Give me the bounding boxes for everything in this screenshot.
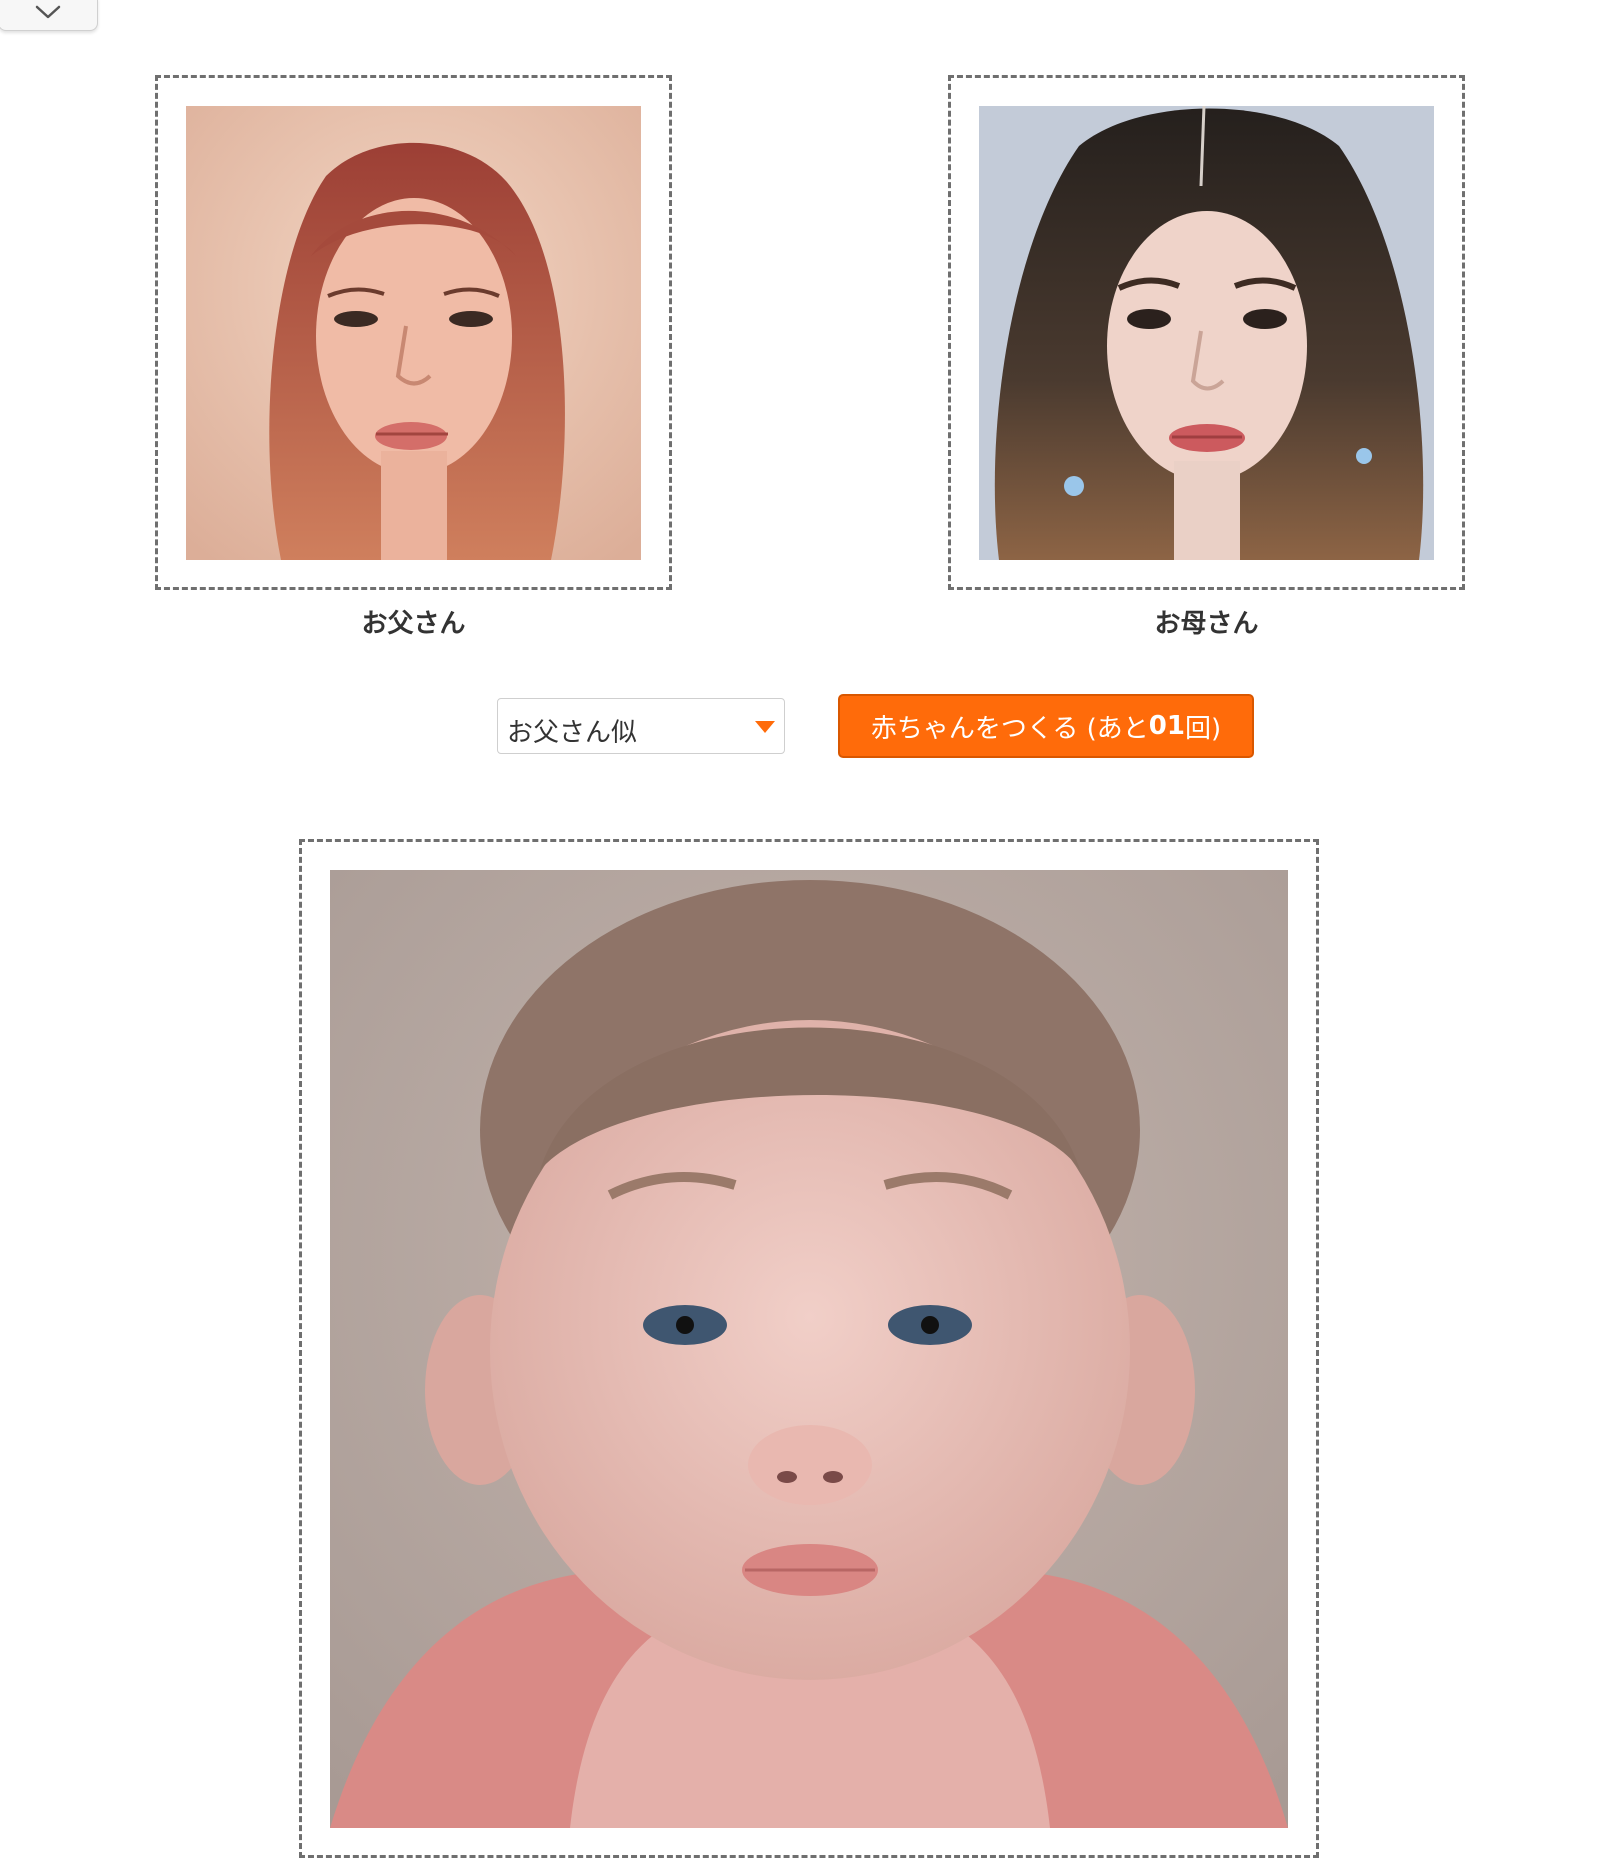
make-baby-button[interactable]: 赤ちゃんをつくる (あと 01 回) <box>838 694 1254 758</box>
collapse-toggle[interactable] <box>0 0 98 31</box>
mother-label: お母さん <box>1154 609 1259 639</box>
mother-photo[interactable] <box>979 106 1434 560</box>
baby-photo <box>330 870 1288 1828</box>
remaining-count: 01 <box>1148 711 1185 741</box>
father-label: お父さん <box>361 609 466 639</box>
make-baby-button-suffix: 回) <box>1184 713 1222 744</box>
similarity-select[interactable]: お父さん似 <box>497 698 785 754</box>
father-photo[interactable] <box>186 106 641 560</box>
chevron-down-icon <box>34 4 62 24</box>
similarity-select-value: お父さん似 <box>507 718 638 748</box>
caret-down-icon <box>754 719 776 738</box>
make-baby-button-prefix: 赤ちゃんをつくる (あと <box>870 713 1149 744</box>
